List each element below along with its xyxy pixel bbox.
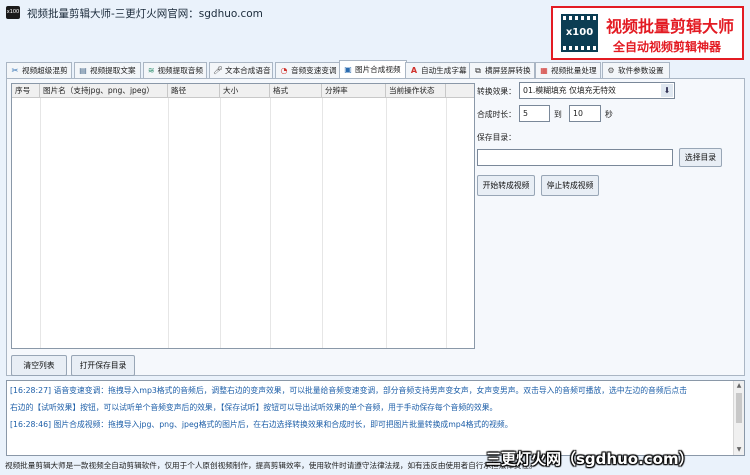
brand-logo: x100 视频批量剪辑大师 全自动视频剪辑神器	[551, 6, 744, 60]
watermark: 三更灯火网（sgdhuo.com）	[486, 450, 694, 468]
waveform-icon: ≋	[147, 66, 155, 75]
tab-bar: ✂ 视频超级混剪 ▤ 视频提取文案 ≋ 视频提取音频 🎤︎ 文本合成语音 ◔ 音…	[6, 60, 746, 79]
tab-audio-speed[interactable]: ◔ 音频变速变调	[275, 62, 341, 78]
log-line: 右边的【试听效果】按钮，可以试听单个音频变声后的效果，【保存试听】按钮可以导出试…	[10, 403, 498, 412]
duration-to-input[interactable]: 10	[569, 105, 601, 122]
tab-batch-process[interactable]: ▦ 视频批量处理	[535, 62, 601, 78]
tab-label: 视频提取音频	[157, 66, 203, 75]
log-scrollbar[interactable]: ▲ ▼	[733, 381, 744, 455]
tab-extract-audio[interactable]: ≋ 视频提取音频	[143, 62, 207, 78]
choose-dir-button[interactable]: 选择目录	[679, 148, 722, 167]
duration-from-input[interactable]: 5	[519, 105, 550, 122]
brand-title: 视频批量剪辑大师	[606, 17, 735, 36]
image-to-video-panel: 序号 图片名（支持jpg、png、jpeg） 路径 大小 格式 分辨率 当前操作…	[6, 78, 745, 376]
tab-extract-text[interactable]: ▤ 视频提取文案	[74, 62, 141, 78]
duration-to-label: 到	[554, 110, 562, 119]
text-doc-icon: ▤	[79, 66, 87, 75]
brand-badge: x100	[565, 27, 594, 38]
scroll-up-icon[interactable]: ▲	[734, 381, 744, 391]
effect-select[interactable]: 01.模糊填充 仅填充无特效 ⬇	[519, 82, 675, 99]
tab-label: 文本合成语音	[225, 66, 271, 75]
effect-label: 转换效果：	[477, 87, 516, 96]
gear-icon: ⚙	[607, 66, 615, 75]
effect-select-value: 01.模糊填充 仅填充无特效	[523, 86, 616, 95]
film-icon: ▦	[540, 66, 548, 75]
orientation-icon: ⧉	[475, 66, 481, 75]
tab-label: 视频超级混剪	[22, 66, 68, 75]
tab-label: 自动生成字幕	[421, 66, 467, 75]
clear-list-button[interactable]: 清空列表	[11, 355, 67, 376]
tab-orientation-convert[interactable]: ⧉ 横屏竖屏转换	[469, 62, 535, 78]
stop-convert-button[interactable]: 停止转成视频	[541, 175, 599, 196]
gauge-icon: ◔	[280, 66, 288, 75]
column-header[interactable]: 当前操作状态	[386, 84, 446, 98]
log-panel[interactable]: [16:28:27] 语音变速变调：拖拽导入mp3格式的音频后，调整右边的变声效…	[6, 380, 745, 456]
chevron-down-icon[interactable]: ⬇	[661, 84, 673, 97]
column-header[interactable]: 格式	[270, 84, 322, 98]
tab-image-to-video[interactable]: ▣ 图片合成视频	[339, 60, 407, 79]
subtitle-a-icon: A	[410, 66, 418, 75]
table-header: 序号 图片名（支持jpg、png、jpeg） 路径 大小 格式 分辨率 当前操作…	[12, 84, 474, 98]
log-line: [16:28:27] 语音变速变调：拖拽导入mp3格式的音频后，调整右边的变声效…	[10, 386, 688, 395]
open-save-dir-button[interactable]: 打开保存目录	[71, 355, 135, 376]
scissors-icon: ✂	[11, 66, 19, 75]
duration-label: 合成时长：	[477, 110, 516, 119]
scroll-thumb[interactable]	[736, 393, 742, 423]
scroll-down-icon[interactable]: ▼	[734, 445, 744, 455]
microphone-icon: 🎤︎	[213, 66, 224, 75]
log-line: [16:28:46] 图片合成视频：拖拽导入jpg、png、jpeg格式的图片后…	[10, 420, 513, 429]
tab-text-to-speech[interactable]: 🎤︎ 文本合成语音	[209, 62, 273, 78]
tab-label: 横屏竖屏转换	[485, 66, 531, 75]
tab-video-mix[interactable]: ✂ 视频超级混剪	[6, 62, 72, 78]
tab-label: 音频变速变调	[291, 66, 337, 75]
column-header[interactable]: 图片名（支持jpg、png、jpeg）	[40, 84, 168, 98]
tab-settings[interactable]: ⚙ 软件参数设置	[602, 62, 670, 78]
brand-subtitle: 全自动视频剪辑神器	[613, 40, 722, 54]
film-strip-icon: x100	[561, 14, 598, 52]
image-file-table[interactable]: 序号 图片名（支持jpg、png、jpeg） 路径 大小 格式 分辨率 当前操作…	[11, 83, 475, 349]
tab-auto-subtitle[interactable]: A 自动生成字幕	[405, 62, 471, 78]
column-header[interactable]: 路径	[168, 84, 220, 98]
column-header[interactable]: 大小	[220, 84, 270, 98]
column-header[interactable]: 序号	[12, 84, 40, 98]
app-icon: x100	[6, 6, 20, 19]
tab-label: 图片合成视频	[355, 65, 401, 74]
duration-unit: 秒	[605, 110, 613, 119]
window-title: 视频批量剪辑大师-三更灯火网官网：sgdhuo.com	[27, 8, 263, 20]
tab-label: 视频提取文案	[90, 66, 136, 75]
save-dir-label: 保存目录：	[477, 133, 516, 142]
start-convert-button[interactable]: 开始转成视频	[477, 175, 535, 196]
save-dir-input[interactable]	[477, 149, 673, 166]
image-icon: ▣	[344, 65, 352, 74]
tab-label: 视频批量处理	[551, 66, 597, 75]
tab-label: 软件参数设置	[618, 66, 664, 75]
column-header[interactable]: 分辨率	[322, 84, 386, 98]
